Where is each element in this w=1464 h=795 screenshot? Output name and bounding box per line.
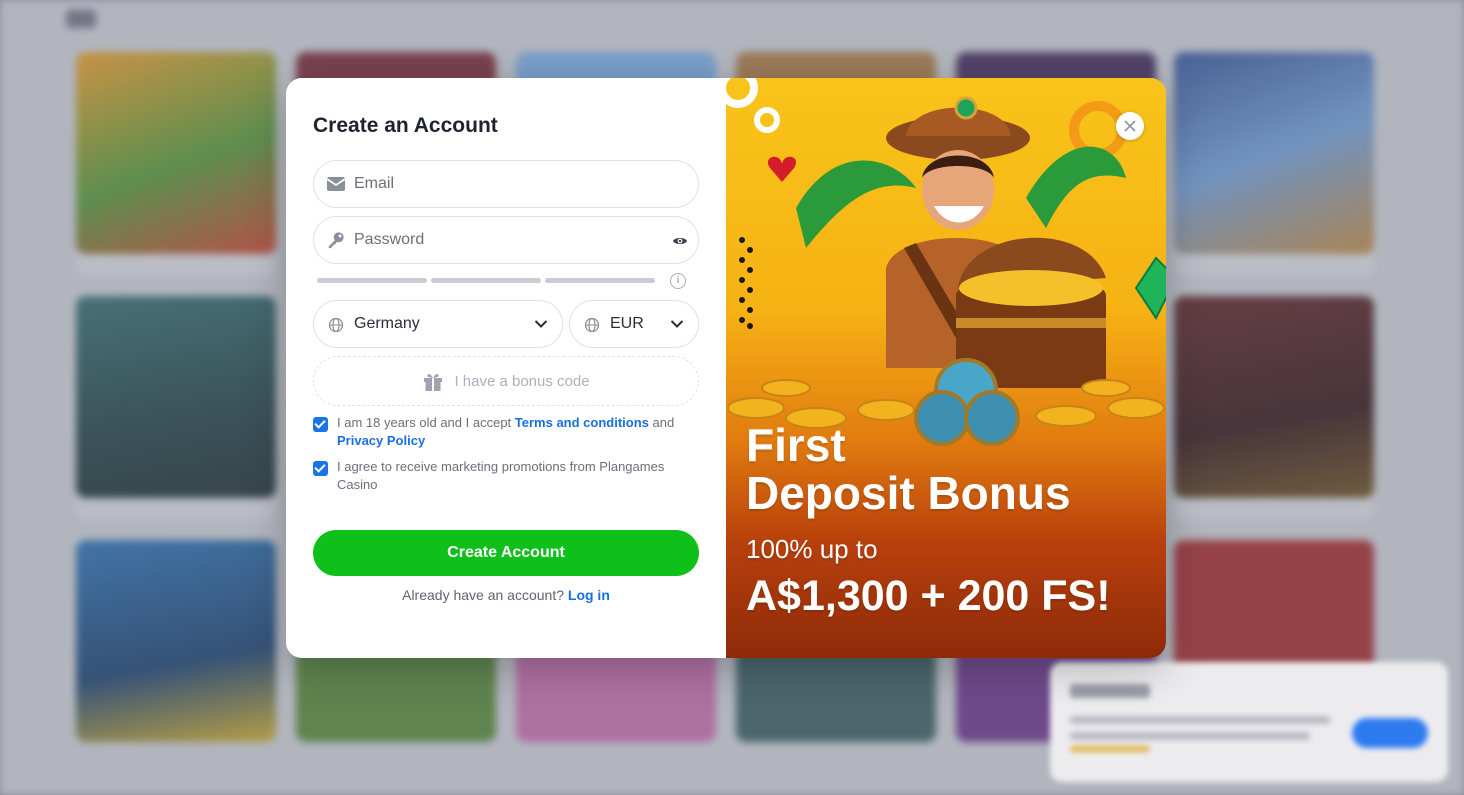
privacy-policy-link[interactable]: Privacy Policy [337, 433, 425, 448]
modal-title: Create an Account [313, 114, 498, 137]
explorer-illustration [726, 78, 1166, 446]
email-field[interactable]: Email [313, 160, 699, 208]
globe-icon [328, 317, 344, 333]
currency-select[interactable]: EUR [569, 300, 699, 348]
marketing-consent: I agree to receive marketing promotions … [313, 458, 699, 494]
registration-modal: Create an Account Email Password i Germa… [286, 78, 1166, 658]
gift-icon [424, 374, 443, 391]
password-strength-meter [317, 278, 655, 283]
registration-form: Create an Account Email Password i Germa… [286, 78, 726, 658]
promo-line-first: First [746, 419, 846, 471]
close-button[interactable] [1116, 112, 1144, 140]
bonus-code-label: I have a bonus code [454, 372, 590, 390]
mail-icon [326, 177, 346, 191]
login-prompt-text: Already have an account? [402, 587, 564, 603]
email-placeholder: Email [354, 175, 395, 192]
create-account-button[interactable]: Create Account [313, 530, 699, 576]
promo-line-percent: 100% up to [746, 534, 878, 564]
country-value: Germany [354, 315, 420, 332]
chevron-down-icon [534, 320, 548, 328]
terms-text: I am 18 years old and I accept [337, 415, 512, 430]
info-icon[interactable]: i [670, 273, 686, 289]
promo-line-deposit-bonus: Deposit Bonus [746, 467, 1071, 519]
terms-link[interactable]: Terms and conditions [515, 415, 649, 430]
bonus-code-toggle[interactable]: I have a bonus code [313, 356, 699, 406]
marketing-checkbox[interactable] [313, 461, 328, 476]
eye-icon[interactable] [672, 233, 688, 249]
login-prompt: Already have an account? Log in [286, 587, 726, 603]
currency-value: EUR [610, 315, 644, 332]
terms-consent: I am 18 years old and I accept Terms and… [313, 414, 699, 450]
marketing-text: I agree to receive marketing promotions … [337, 459, 665, 492]
key-icon [328, 232, 344, 249]
promo-line-amount: A$1,300 + 200 FS! [746, 572, 1111, 620]
promo-banner: First Deposit Bonus 100% up to A$1,300 +… [726, 78, 1166, 658]
login-link[interactable]: Log in [568, 587, 610, 603]
globe-icon [584, 317, 600, 333]
country-select[interactable]: Germany [313, 300, 563, 348]
cookie-accept-button[interactable] [1352, 718, 1428, 748]
terms-checkbox[interactable] [313, 417, 328, 432]
terms-and: and [652, 415, 675, 430]
password-field[interactable]: Password [313, 216, 699, 264]
password-placeholder: Password [354, 231, 425, 248]
cookie-banner [1050, 662, 1448, 782]
close-icon [1124, 120, 1136, 132]
chevron-down-icon [670, 320, 684, 328]
